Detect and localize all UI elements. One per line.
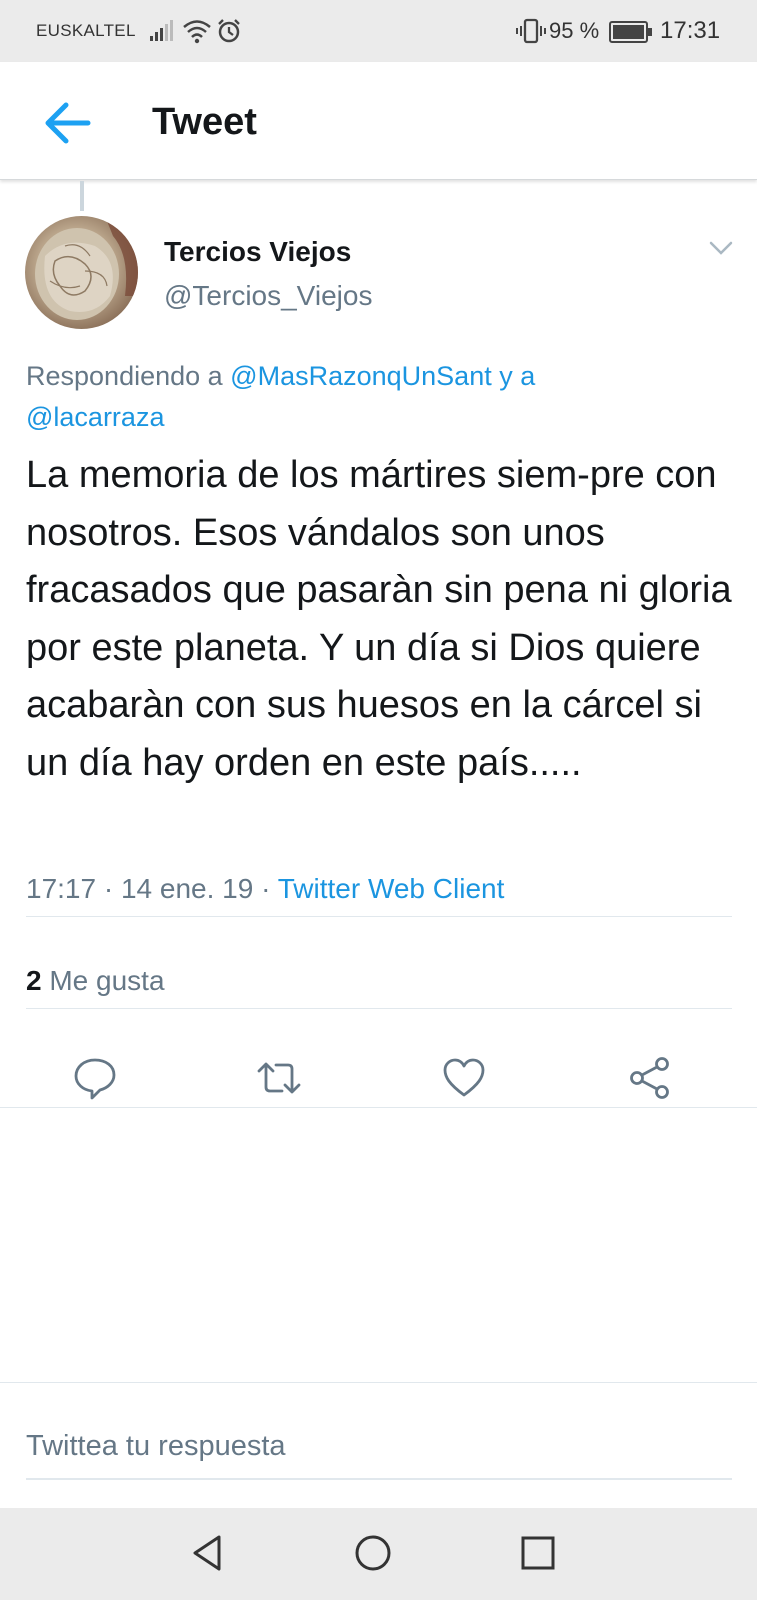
signal-icon (150, 20, 174, 47)
retweet-button[interactable] (255, 1055, 301, 1101)
back-triangle-icon (193, 1535, 221, 1571)
divider (26, 1008, 732, 1009)
share-icon (630, 1057, 669, 1099)
display-name[interactable]: Tercios Viejos (164, 236, 351, 268)
user-handle[interactable]: @Tercios_Viejos (164, 280, 372, 312)
carrier-name: EUSKALTEL (36, 21, 136, 40)
mention-link[interactable]: @lacarraza (26, 402, 164, 432)
meta-separator: · (96, 873, 121, 904)
page-title: Tweet (152, 101, 257, 143)
app-header: Tweet (0, 62, 757, 180)
tweet-menu-button[interactable] (708, 238, 734, 258)
retweet-icon (257, 1062, 301, 1094)
tweet-text: La memoria de los mártires siem-pre con … (26, 454, 732, 784)
status-bar: EUSKALTEL 95 % 17:31 (0, 0, 757, 62)
tweet-meta: 17:17 · 14 ene. 19 · Twitter Web Client (26, 873, 504, 905)
system-recents-button[interactable] (516, 1531, 560, 1575)
likes-number: 2 (26, 965, 42, 996)
likes-count[interactable]: 2 Me gusta (26, 965, 165, 997)
like-icon (443, 1058, 485, 1097)
alarm-icon (216, 18, 242, 49)
system-back-button[interactable] (187, 1531, 231, 1575)
divider (0, 1107, 757, 1108)
chevron-down-icon (709, 241, 733, 255)
battery-percent: 95 % (549, 18, 600, 43)
client-link[interactable]: Twitter Web Client (278, 873, 505, 904)
battery-icon (609, 21, 653, 48)
home-circle-icon (355, 1535, 391, 1571)
system-home-button[interactable] (351, 1531, 395, 1575)
system-nav-bar (0, 1508, 757, 1600)
tweet-date: 14 ene. 19 (120, 873, 254, 904)
reply-join: y a (491, 361, 536, 391)
avatar[interactable] (25, 216, 138, 329)
reply-input[interactable]: Twittea tu respuesta (26, 1430, 732, 1480)
wifi-icon (182, 18, 212, 49)
clock: 17:31 (660, 17, 721, 44)
divider (0, 1382, 757, 1383)
vibrate-icon (516, 18, 546, 49)
share-button[interactable] (627, 1055, 673, 1101)
reply-icon (74, 1058, 116, 1100)
thread-connector (80, 181, 84, 211)
meta-separator: · (253, 873, 278, 904)
divider (26, 916, 732, 917)
reply-context: Respondiendo a @MasRazonqUnSant y a @lac… (26, 356, 726, 438)
back-button[interactable] (40, 98, 94, 148)
reply-button[interactable] (72, 1055, 118, 1101)
arrow-left-icon (45, 102, 91, 144)
like-button[interactable] (441, 1055, 487, 1101)
mention-link[interactable]: @MasRazonqUnSant (230, 361, 492, 391)
likes-label: Me gusta (41, 965, 165, 996)
reply-prefix: Respondiendo a (26, 361, 231, 391)
recents-square-icon (521, 1536, 555, 1570)
tweet-time: 17:17 (26, 873, 97, 904)
